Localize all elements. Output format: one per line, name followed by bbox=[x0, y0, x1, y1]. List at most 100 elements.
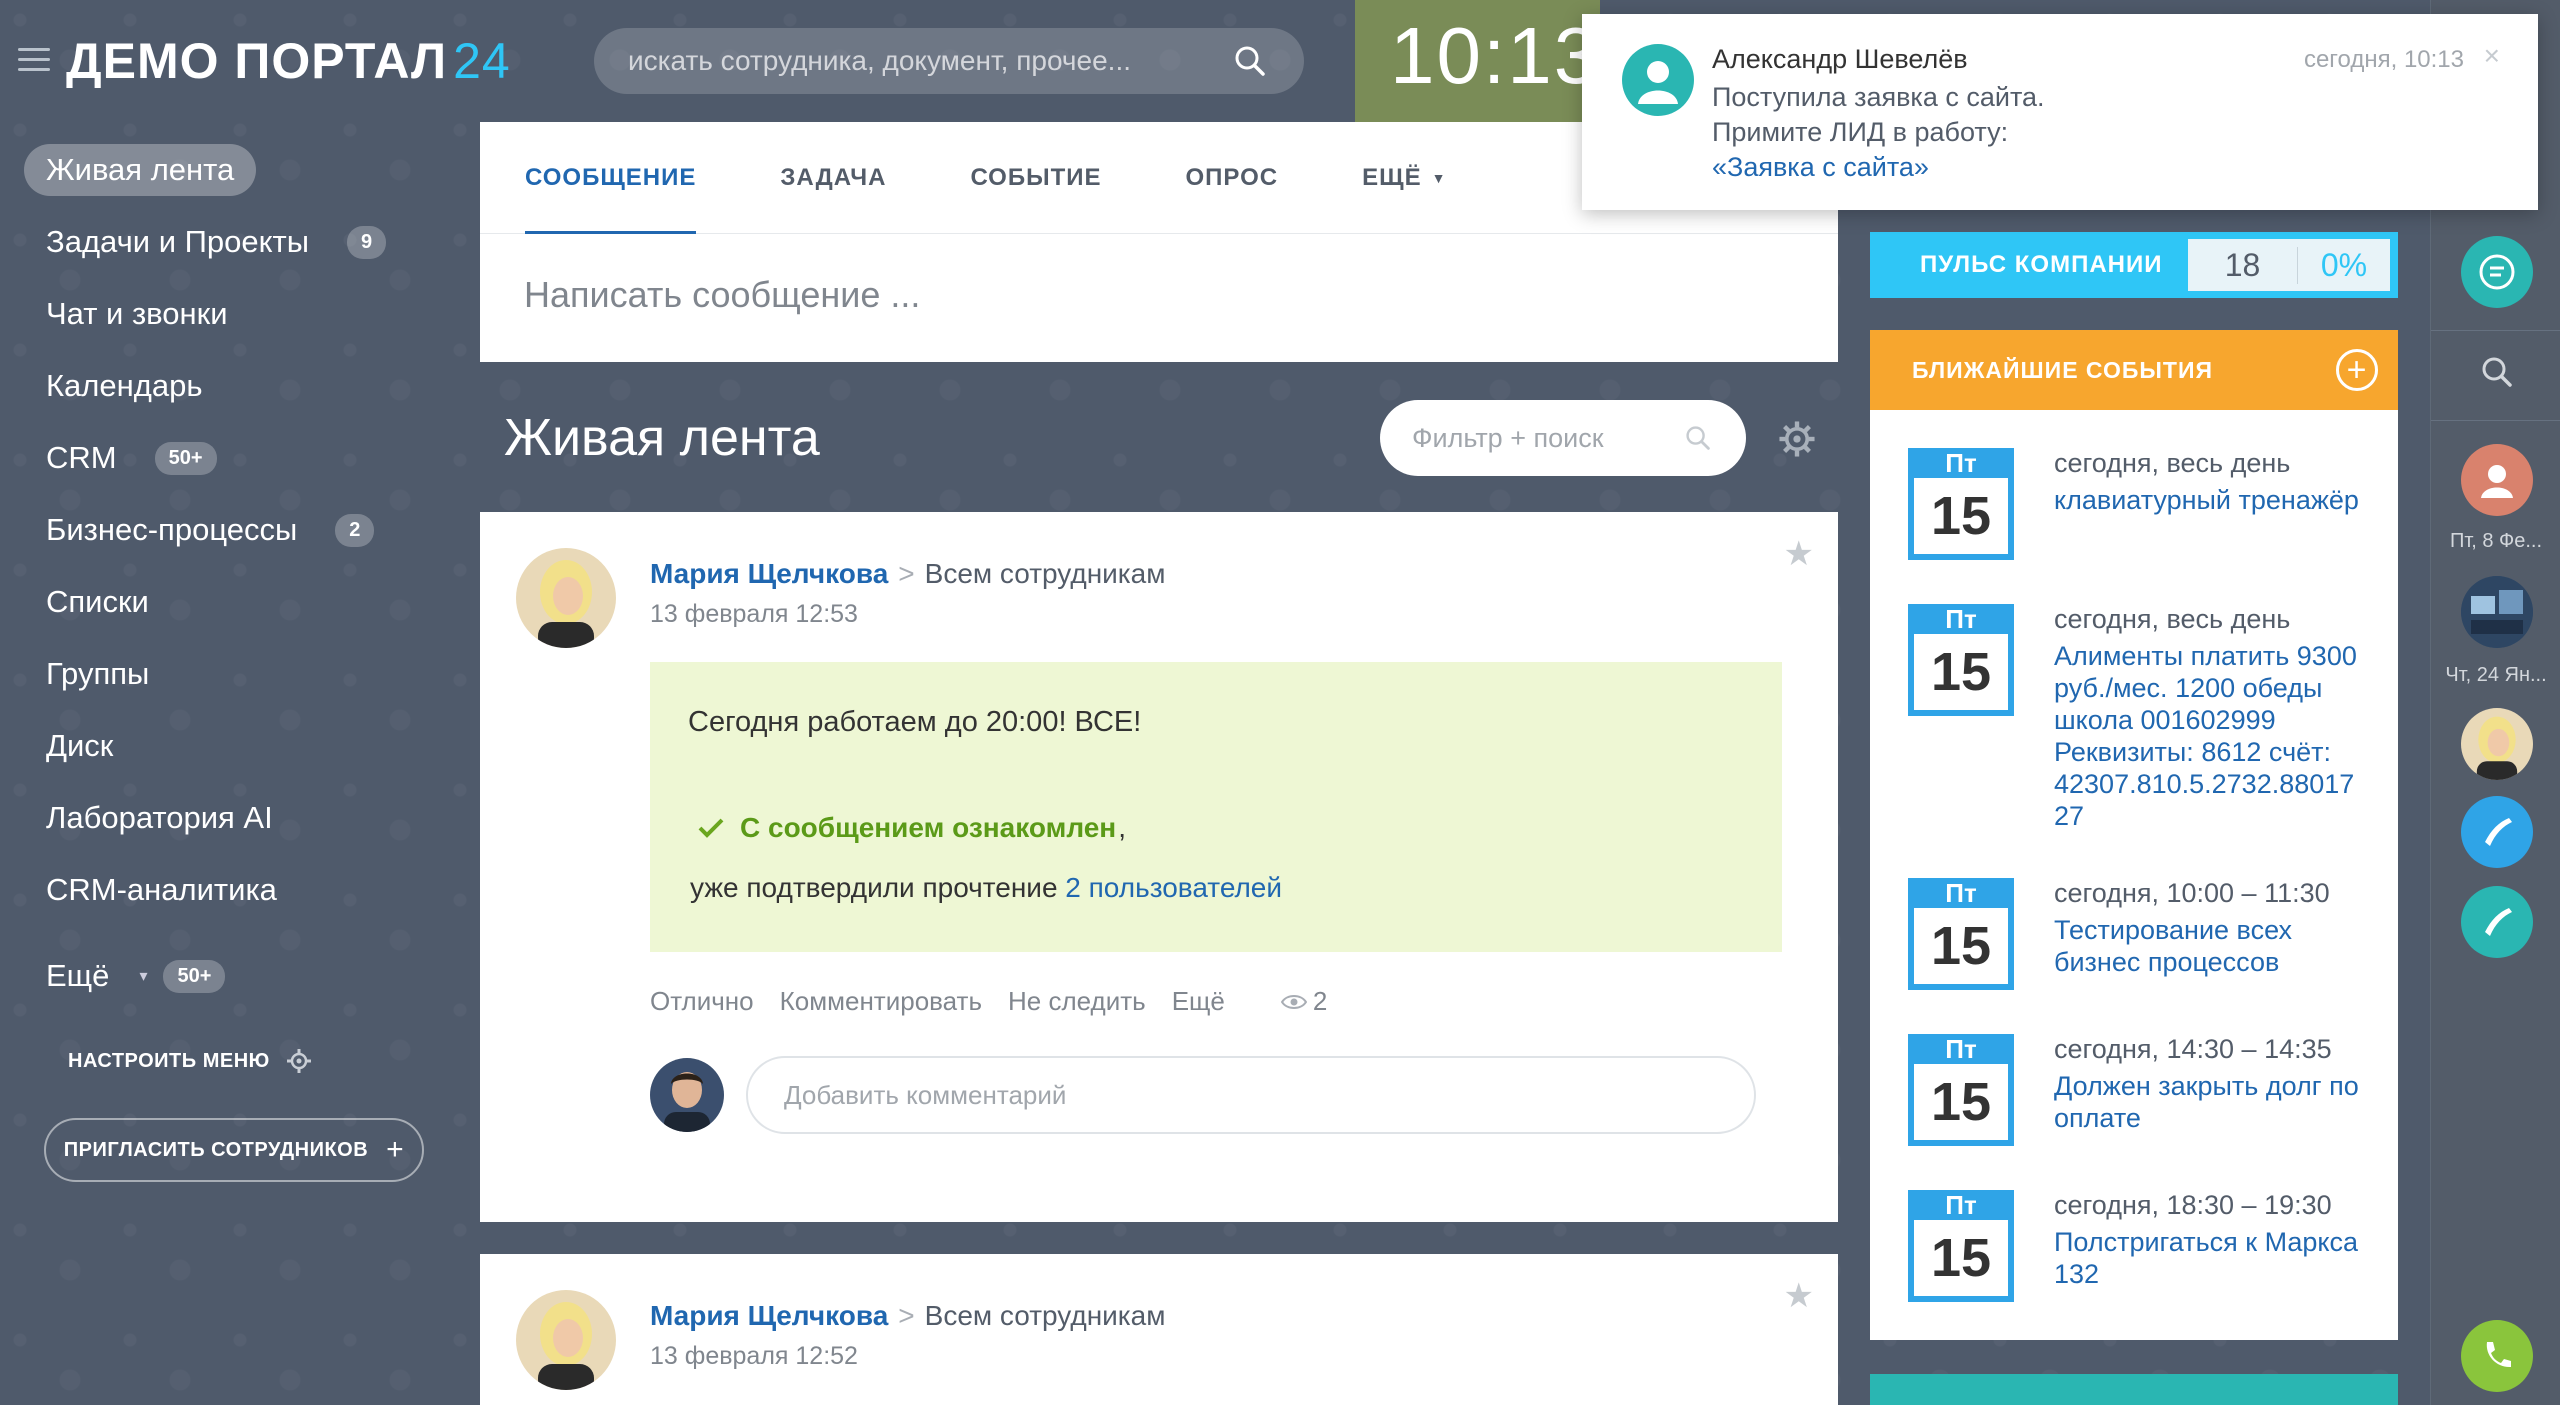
event-title-link[interactable]: клавиатурный тренажёр bbox=[2054, 484, 2384, 516]
tab-poll[interactable]: ОПРОС bbox=[1186, 122, 1279, 234]
pulse-label: ПУЛЬС КОМПАНИИ bbox=[1920, 251, 2163, 278]
search-icon[interactable] bbox=[2461, 336, 2533, 408]
contact-avatar[interactable] bbox=[2461, 708, 2533, 780]
company-pulse[interactable]: ПУЛЬС КОМПАНИИ 18 0% bbox=[1870, 232, 2398, 298]
search-icon bbox=[1686, 426, 1710, 450]
event-weekday: Пт bbox=[1945, 604, 1977, 634]
event-time: сегодня, 10:00 – 11:30 bbox=[2054, 878, 2330, 908]
nav-item-calendar[interactable]: Календарь bbox=[46, 350, 456, 422]
event-title-link[interactable]: Полстригаться к Маркса 132 bbox=[2054, 1226, 2384, 1290]
tab-task[interactable]: ЗАДАЧА bbox=[780, 122, 886, 234]
add-event-plus-icon[interactable]: + bbox=[2336, 349, 2378, 391]
post-author-line: Мария Щелчкова > Всем сотрудникам bbox=[650, 558, 1166, 590]
post-destination[interactable]: Всем сотрудникам bbox=[925, 1300, 1166, 1331]
filter-placeholder: Фильтр + поиск bbox=[1412, 422, 1604, 453]
event-title-link[interactable]: Алименты платить 9300 руб./мес. 1200 обе… bbox=[2054, 640, 2384, 832]
event-time: сегодня, весь день bbox=[2054, 604, 2291, 634]
acknowledged-status[interactable]: С сообщением ознакомлен, bbox=[698, 812, 1126, 844]
nav-item-more[interactable]: Ещё ▾ 50+ bbox=[46, 940, 456, 1012]
event-day: 15 bbox=[1914, 1220, 2008, 1296]
close-icon[interactable]: × bbox=[2484, 40, 2500, 72]
nav-item-label: Ещё bbox=[46, 958, 110, 993]
notification-link[interactable]: «Заявка с сайта» bbox=[1712, 150, 2045, 185]
event-weekday: Пт bbox=[1945, 448, 1977, 478]
notification-line: Поступила заявка с сайта. bbox=[1712, 82, 2045, 112]
group-chat-avatar[interactable] bbox=[2461, 576, 2533, 648]
search-icon[interactable] bbox=[1230, 41, 1270, 81]
eye-icon bbox=[1280, 994, 1307, 1009]
portal-logo[interactable]: ДЕМО ПОРТАЛ 24 bbox=[66, 32, 511, 90]
events-title[interactable]: БЛИЖАЙШИЕ СОБЫТИЯ bbox=[1912, 357, 2213, 384]
nav-item-disk[interactable]: Диск bbox=[46, 710, 456, 782]
phone-call-icon[interactable] bbox=[2461, 796, 2533, 868]
invite-employees-button[interactable]: ПРИГЛАСИТЬ СОТРУДНИКОВ + bbox=[44, 1118, 424, 1182]
feed-settings-gear-icon[interactable] bbox=[1778, 420, 1816, 458]
add-comment-input[interactable]: Добавить комментарий bbox=[746, 1056, 1756, 1134]
nav-item-label: Списки bbox=[46, 584, 149, 619]
notification-time: сегодня, 10:13 bbox=[2303, 46, 2464, 73]
global-search-input[interactable] bbox=[628, 45, 1230, 77]
nav-item-ai-lab[interactable]: Лаборатория AI bbox=[46, 782, 456, 854]
toolbar-divider bbox=[2431, 420, 2560, 421]
events-header: БЛИЖАЙШИЕ СОБЫТИЯ + bbox=[1870, 330, 2398, 410]
author-avatar[interactable] bbox=[516, 1290, 616, 1390]
calendar-date-icon: Пт 15 bbox=[1908, 448, 2014, 560]
event-title-link[interactable]: Должен закрыть долг по оплате bbox=[2054, 1070, 2384, 1134]
message-input[interactable]: Написать сообщение ... bbox=[480, 234, 1838, 356]
author-avatar[interactable] bbox=[516, 548, 616, 648]
chevron-right-icon: > bbox=[898, 558, 915, 589]
phone-call-icon[interactable] bbox=[2461, 886, 2533, 958]
nav-item-label: Диск bbox=[46, 728, 114, 763]
telephony-phone-icon[interactable] bbox=[2461, 1320, 2533, 1392]
comment-button[interactable]: Комментировать bbox=[780, 986, 982, 1017]
post-destination[interactable]: Всем сотрудникам bbox=[925, 558, 1166, 589]
gear-icon bbox=[286, 1049, 311, 1073]
calendar-date-icon: Пт 15 bbox=[1908, 1034, 2014, 1146]
tab-event[interactable]: СОБЫТИЕ bbox=[970, 122, 1101, 234]
notification-popup[interactable]: Александр Шевелёв сегодня, 10:13 × Посту… bbox=[1582, 14, 2538, 210]
nav-item-business-processes[interactable]: Бизнес-процессы 2 bbox=[46, 494, 456, 566]
open-lines-chat-icon[interactable] bbox=[2461, 236, 2533, 308]
nav-item-tasks[interactable]: Задачи и Проекты 9 bbox=[46, 206, 456, 278]
post-date[interactable]: 13 февраля 12:53 bbox=[650, 600, 858, 629]
nav-item-label: Календарь bbox=[46, 368, 203, 403]
menu-burger-icon[interactable] bbox=[18, 48, 50, 78]
user-avatar-icon bbox=[1622, 44, 1694, 116]
nav-item-groups[interactable]: Группы bbox=[46, 638, 456, 710]
next-widget-header[interactable] bbox=[1870, 1374, 2398, 1405]
checkmark-icon bbox=[698, 818, 724, 838]
post-date[interactable]: 13 февраля 12:52 bbox=[650, 1342, 858, 1371]
favorite-star-icon[interactable]: ★ bbox=[1784, 1276, 1814, 1316]
unfollow-button[interactable]: Не следить bbox=[1008, 986, 1146, 1017]
more-actions-button[interactable]: Ещё bbox=[1172, 986, 1225, 1017]
nav-item-lists[interactable]: Списки bbox=[46, 566, 456, 638]
user-avatar-icon[interactable] bbox=[2461, 444, 2533, 516]
author-link[interactable]: Мария Щелчкова bbox=[650, 1300, 888, 1331]
nav-item-label: CRM bbox=[46, 440, 117, 475]
tab-more[interactable]: ЕЩЁ ▼ bbox=[1362, 122, 1446, 234]
customize-menu-button[interactable]: НАСТРОИТЬ МЕНЮ bbox=[68, 1048, 312, 1074]
nav-item-label: Задачи и Проекты bbox=[46, 224, 310, 259]
favorite-star-icon[interactable]: ★ bbox=[1784, 534, 1814, 574]
nav-item-chat[interactable]: Чат и звонки bbox=[46, 278, 456, 350]
comment-row: Добавить комментарий bbox=[650, 1056, 1756, 1134]
nav-item-crm-analytics[interactable]: CRM-аналитика bbox=[46, 854, 456, 926]
like-button[interactable]: Отлично bbox=[650, 986, 754, 1017]
feed-filter-search[interactable]: Фильтр + поиск bbox=[1380, 400, 1746, 476]
chat-date-caption: Пт, 8 Фе... bbox=[2449, 530, 2543, 552]
nav-badge: 9 bbox=[347, 225, 387, 259]
tab-message[interactable]: СООБЩЕНИЕ bbox=[525, 122, 697, 234]
tab-label: ЗАДАЧА bbox=[780, 164, 887, 191]
views-counter[interactable]: 2 bbox=[1280, 986, 1327, 1017]
author-link[interactable]: Мария Щелчкова bbox=[650, 558, 888, 589]
invite-label: ПРИГЛАСИТЬ СОТРУДНИКОВ bbox=[63, 1138, 369, 1161]
notification-line: Примите ЛИД в работу: bbox=[1712, 117, 2009, 147]
tab-label: ОПРОС bbox=[1185, 164, 1279, 191]
read-users-link[interactable]: 2 пользователей bbox=[1065, 872, 1282, 903]
nav-item-crm[interactable]: CRM 50+ bbox=[46, 422, 456, 494]
event-title-link[interactable]: Тестирование всех бизнес процессов bbox=[2054, 914, 2384, 978]
pulse-count: 18 bbox=[2188, 246, 2298, 284]
nav-item-live-feed[interactable]: Живая лента bbox=[24, 134, 456, 206]
global-search[interactable] bbox=[594, 28, 1304, 94]
nav-badge: 50+ bbox=[154, 441, 217, 475]
